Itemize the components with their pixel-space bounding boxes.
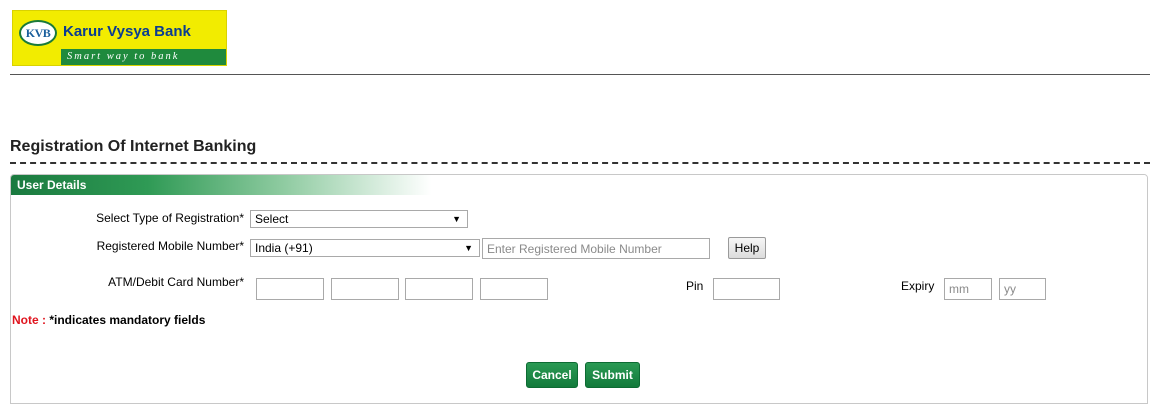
header-divider — [10, 74, 1150, 75]
mandatory-note: Note : *indicates mandatory fields — [12, 313, 205, 327]
registration-type-select[interactable]: Select ▼ — [250, 210, 468, 228]
card-number-segment-4[interactable] — [480, 278, 548, 300]
bank-logo[interactable]: KVB Karur Vysya Bank Smart way to bank — [12, 10, 227, 66]
dropdown-arrow-icon: ▼ — [452, 214, 461, 224]
note-text: *indicates mandatory fields — [46, 313, 206, 327]
mobile-number-input[interactable] — [482, 238, 710, 259]
card-number-segment-1[interactable] — [256, 278, 324, 300]
expiry-month-input[interactable] — [944, 278, 992, 300]
title-divider — [10, 162, 1150, 164]
help-button[interactable]: Help — [728, 237, 766, 259]
card-number-segment-3[interactable] — [405, 278, 473, 300]
submit-button[interactable]: Submit — [585, 362, 640, 388]
expiry-label: Expiry — [901, 279, 935, 293]
expiry-year-input[interactable] — [999, 278, 1046, 300]
mobile-number-label: Registered Mobile Number* — [96, 239, 244, 253]
card-number-segment-2[interactable] — [331, 278, 399, 300]
bank-emblem-icon: KVB — [19, 20, 57, 46]
registration-type-value: Select — [255, 212, 289, 226]
card-number-label: ATM/Debit Card Number* — [108, 275, 244, 289]
bank-name: Karur Vysya Bank — [63, 23, 191, 40]
panel-heading: User Details — [11, 175, 1147, 195]
dropdown-arrow-icon: ▼ — [464, 243, 473, 253]
country-code-select[interactable]: India (+91) ▼ — [250, 239, 480, 257]
bank-tagline: Smart way to bank — [61, 49, 226, 65]
page-title: Registration Of Internet Banking — [10, 138, 257, 155]
country-code-value: India (+91) — [255, 241, 313, 255]
pin-label: Pin — [686, 279, 704, 293]
pin-input[interactable] — [713, 278, 780, 300]
note-key: Note : — [12, 313, 46, 327]
registration-type-label: Select Type of Registration* — [96, 211, 244, 225]
cancel-button[interactable]: Cancel — [526, 362, 578, 388]
